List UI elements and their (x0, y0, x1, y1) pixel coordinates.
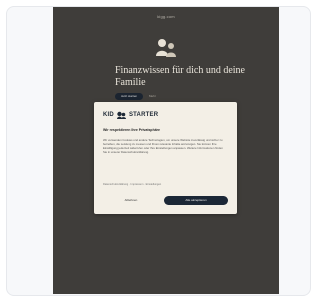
brand-text-left: KID (103, 112, 114, 118)
family-illustration-icon (156, 39, 176, 57)
website-preview: kigg.com Finanzwissen für dich und deine… (53, 7, 279, 294)
modal-footer-links[interactable]: Datenschutzerklärung · Impressum · Einst… (103, 183, 161, 186)
brand-text-right: STARTER (128, 112, 159, 118)
hero-primary-button[interactable]: Jetzt starten (115, 93, 143, 100)
cookie-consent-modal: KID STARTER Wir respektieren Ihre Privat… (94, 102, 237, 214)
modal-body-text: Wir verwenden Cookies und andere Technol… (103, 138, 223, 154)
page-url: kigg.com (157, 14, 175, 19)
hero-secondary-link[interactable]: Mehr (149, 93, 156, 100)
reject-button[interactable]: Ablehnen (116, 196, 146, 205)
accept-all-button[interactable]: Alle akzeptieren (164, 196, 228, 205)
modal-heading: Wir respektieren Ihre Privatsphäre (103, 128, 160, 132)
hero-title: Finanzwissen für dich und deine Familie (115, 65, 245, 88)
brand-logo: KID STARTER (103, 111, 158, 119)
brand-mark-icon (116, 111, 126, 119)
